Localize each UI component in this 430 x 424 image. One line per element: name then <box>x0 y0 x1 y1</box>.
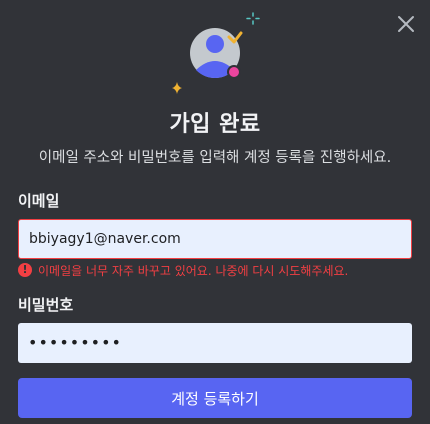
email-label: 이메일 <box>18 192 60 210</box>
error-icon: ! <box>18 263 32 277</box>
sparkle-icon <box>172 82 182 94</box>
password-field[interactable]: ••••••••• <box>18 323 412 363</box>
password-label: 비밀번호 <box>18 296 74 314</box>
register-button[interactable]: 계정 등록하기 <box>18 378 412 418</box>
avatar-illustration <box>172 12 260 94</box>
sparkle-icon <box>246 12 260 25</box>
email-error: ! 이메일을 너무 자주 바꾸고 있어요. 나중에 다시 시도해주세요. <box>18 262 348 278</box>
modal-title: 가입 완료 <box>169 112 261 137</box>
modal-subtitle: 이메일 주소와 비밀번호를 입력해 계정 등록을 진행하세요. <box>38 150 392 166</box>
email-field[interactable] <box>18 219 412 259</box>
register-modal: 가입 완료 이메일 주소와 비밀번호를 입력해 계정 등록을 진행하세요. 이메… <box>0 0 430 424</box>
email-error-text: 이메일을 너무 자주 바꾸고 있어요. 나중에 다시 시도해주세요. <box>38 263 349 278</box>
